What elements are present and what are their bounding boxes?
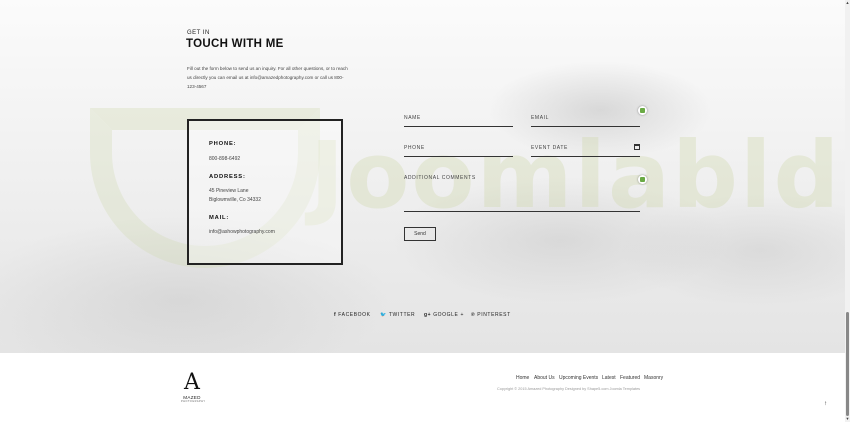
logo-subtitle: PHOTOGRAPHY	[181, 400, 206, 403]
footer-nav-about[interactable]: About Us	[534, 375, 555, 381]
mail-value[interactable]: info@ashowphotography.com	[209, 228, 275, 237]
scrollbar[interactable]: ▲ ▼	[845, 0, 850, 422]
event-date-field[interactable]: EVENT DATE	[531, 142, 640, 157]
contact-info-box: PHONE: 800-898-6492 ADDRESS: 45 Pineview…	[187, 119, 343, 265]
address-label: ADDRESS:	[209, 174, 246, 180]
scroll-down-icon[interactable]: ▼	[845, 416, 850, 422]
phone-value: 800-898-6492	[209, 156, 241, 162]
google-plus-icon: g+	[424, 312, 432, 318]
footer-nav-masonry[interactable]: Masonry	[644, 375, 663, 381]
twitter-label: TWITTER	[388, 312, 416, 318]
pinterest-link[interactable]: ℗ PINTEREST	[471, 312, 511, 318]
phone-field[interactable]: PHONE	[404, 142, 513, 157]
comments-field[interactable]: ADDITIONAL COMMENTS	[404, 172, 640, 212]
phone-field-label: PHONE	[404, 145, 425, 151]
name-field-label: NAME	[404, 115, 421, 121]
section-eyebrow: GET IN	[187, 30, 210, 36]
scroll-up-icon[interactable]: ▲	[845, 0, 850, 6]
facebook-label: FACEBOOK	[338, 312, 371, 318]
footer-nav-events[interactable]: Upcoming Events	[559, 375, 598, 381]
intro-text: Fill out the form below to send us an in…	[187, 66, 348, 89]
email-field[interactable]: EMAIL	[531, 112, 640, 127]
event-date-field-label: EVENT DATE	[531, 145, 568, 151]
send-button[interactable]: Send	[404, 227, 436, 241]
comments-field-label: ADDITIONAL COMMENTS	[404, 175, 476, 181]
twitter-icon: 🐦	[380, 312, 387, 318]
footer-nav-home[interactable]: Home	[516, 375, 529, 381]
google-plus-link[interactable]: g+ GOOGLE +	[424, 312, 464, 318]
pinterest-icon: ℗	[471, 312, 476, 318]
mail-label: MAIL:	[209, 215, 230, 221]
footer-nav-featured[interactable]: Featured	[620, 375, 640, 381]
calendar-icon[interactable]	[634, 144, 640, 150]
footer-nav-latest[interactable]: Latest	[602, 375, 616, 381]
facebook-link[interactable]: f FACEBOOK	[334, 312, 371, 318]
copyright-text: Copyright © 2015 Amazed Photography Desi…	[497, 387, 641, 391]
google-plus-label: GOOGLE +	[433, 312, 464, 318]
back-to-top-icon[interactable]: ↑	[824, 401, 827, 407]
address-line-1: 45 Pineview Lane	[209, 188, 249, 194]
email-field-label: EMAIL	[531, 115, 550, 121]
logo-letter: A	[184, 370, 200, 395]
phone-label: PHONE:	[209, 141, 237, 147]
password-manager-icon[interactable]	[638, 175, 647, 184]
site-logo[interactable]: A MAZED PHOTOGRAPHY	[181, 370, 206, 404]
twitter-link[interactable]: 🐦 TWITTER	[380, 312, 415, 318]
social-links: f FACEBOOK 🐦 TWITTER g+ GOOGLE + ℗ PINTEREST	[0, 312, 845, 322]
facebook-icon: f	[334, 312, 337, 318]
name-field[interactable]: NAME	[404, 112, 513, 127]
section-title: TOUCH WITH ME	[186, 38, 284, 50]
footer	[0, 353, 845, 422]
scrollbar-thumb[interactable]	[846, 312, 849, 416]
pinterest-label: PINTEREST	[477, 312, 511, 318]
address-line-2: Biglowmville, Co 34332	[209, 197, 261, 203]
password-manager-icon[interactable]	[638, 106, 647, 115]
